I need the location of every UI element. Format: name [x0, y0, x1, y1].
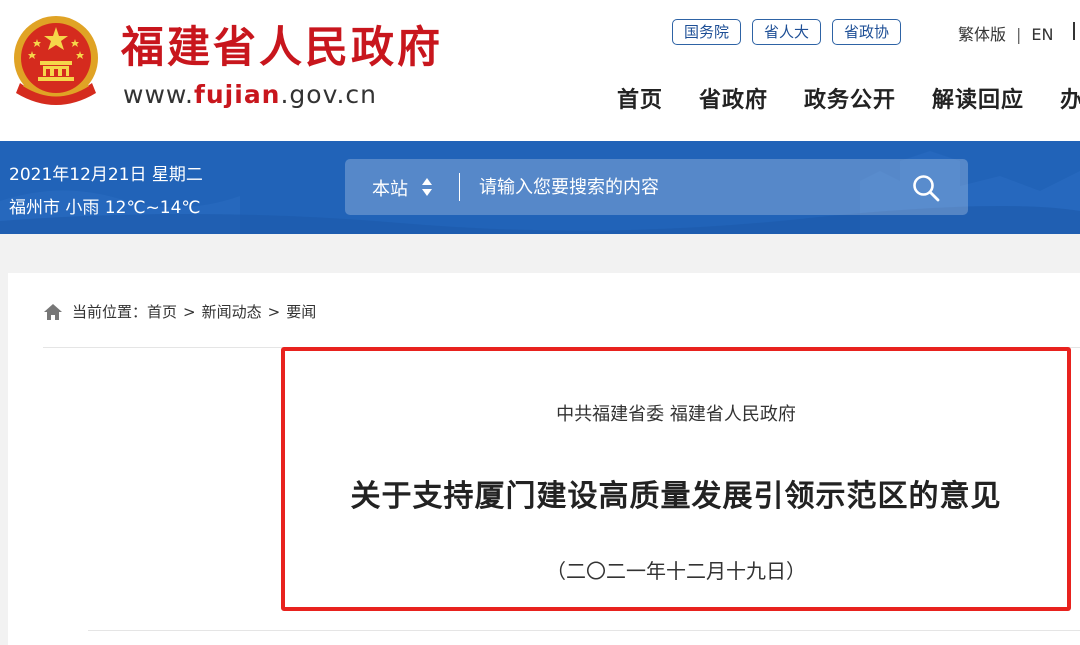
nav-interpretation[interactable]: 解读回应	[932, 82, 1024, 114]
search-divider	[459, 173, 460, 201]
breadcrumb-separator: >	[267, 302, 281, 321]
url-suffix: .gov.cn	[280, 80, 377, 109]
article-issuer: 中共福建省委 福建省人民政府	[556, 404, 796, 425]
site-header: 福建省人民政府 www.fujian.gov.cn 国务院 省人大 省政协 繁体…	[0, 0, 1080, 141]
weather-info: 福州市 小雨 12℃~14℃	[9, 198, 201, 218]
lang-separator: |	[1016, 25, 1022, 44]
article-date: （二〇二一年十二月十九日）	[546, 559, 806, 583]
article-header-highlight: 中共福建省委 福建省人民政府 关于支持厦门建设高质量发展引领示范区的意见 （二〇…	[281, 347, 1071, 611]
search-scope-label[interactable]: 本站	[372, 175, 408, 201]
national-emblem-logo[interactable]	[10, 13, 102, 111]
url-prefix: www.	[123, 80, 194, 109]
search-input[interactable]	[479, 175, 879, 199]
nav-open-affairs[interactable]: 政务公开	[804, 82, 896, 114]
nav-government[interactable]: 省政府	[699, 82, 768, 114]
content-divider	[88, 630, 1080, 631]
search-icon[interactable]	[911, 173, 941, 203]
breadcrumb-label: 当前位置：	[72, 303, 148, 321]
site-url: www.fujian.gov.cn	[123, 80, 377, 109]
english-link[interactable]: EN	[1031, 25, 1053, 44]
breadcrumb-home[interactable]: 首页	[147, 301, 177, 322]
language-switcher: 繁体版 | EN	[958, 21, 1053, 45]
main-nav: 首页 省政府 政务公开 解读回应 办	[617, 82, 1080, 114]
article-title: 关于支持厦门建设高质量发展引领示范区的意见	[350, 479, 1002, 514]
lang-edge-divider	[1073, 22, 1075, 40]
nav-home[interactable]: 首页	[617, 82, 663, 114]
top-links: 国务院 省人大 省政协	[672, 19, 902, 45]
link-state-council[interactable]: 国务院	[672, 19, 742, 45]
breadcrumb-headlines[interactable]: 要闻	[286, 301, 316, 322]
traditional-chinese-link[interactable]: 繁体版	[958, 25, 1006, 44]
link-provincial-congress[interactable]: 省人大	[752, 19, 822, 45]
site-title[interactable]: 福建省人民政府	[121, 20, 443, 76]
breadcrumb-separator: >	[183, 302, 196, 321]
link-provincial-cppcc[interactable]: 省政协	[832, 19, 902, 45]
nav-services-truncated[interactable]: 办	[1060, 82, 1080, 114]
current-date: 2021年12月21日 星期二	[9, 165, 203, 185]
sort-arrows-icon[interactable]	[421, 175, 433, 199]
home-icon	[44, 303, 62, 320]
breadcrumb-news[interactable]: 新闻动态	[202, 301, 262, 322]
breadcrumb: 当前位置： 首页 > 新闻动态 > 要闻	[43, 301, 316, 322]
search-bar: 本站	[345, 159, 968, 215]
url-highlight: fujian	[194, 80, 281, 109]
